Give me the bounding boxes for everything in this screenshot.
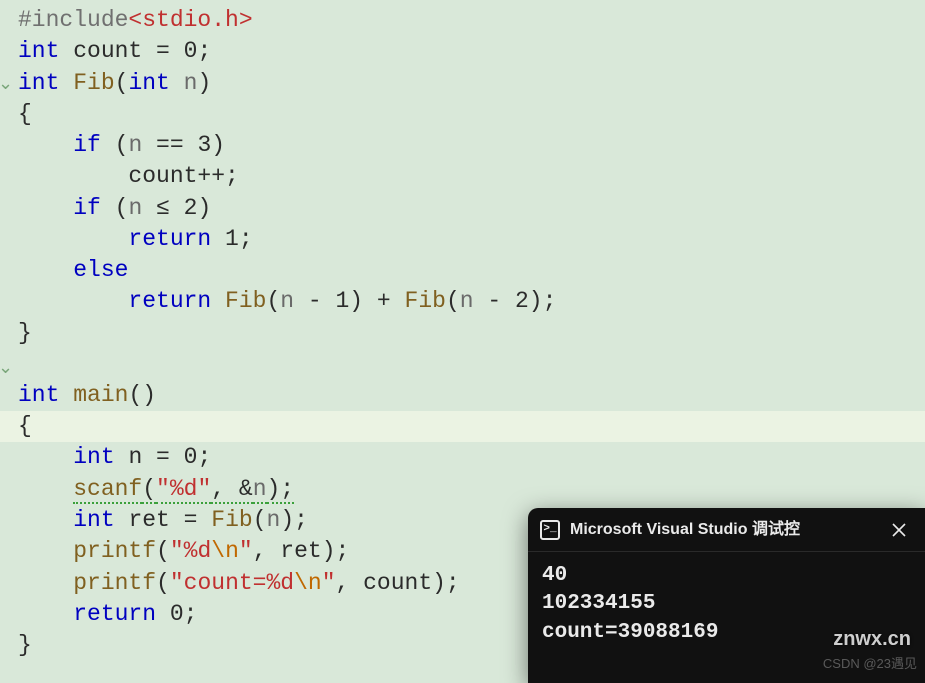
console-title: Microsoft Visual Studio 调试控 (570, 519, 875, 541)
code-line[interactable]: #include<stdio.h> (0, 5, 925, 36)
close-icon (892, 523, 906, 537)
code-line-active[interactable]: { (0, 411, 925, 442)
code-line[interactable]: int count = 0; (0, 36, 925, 67)
code-line[interactable]: } (0, 318, 925, 349)
code-line[interactable]: count++; (0, 161, 925, 192)
code-line[interactable]: else (0, 255, 925, 286)
debug-console-window[interactable]: >_ Microsoft Visual Studio 调试控 40 102334… (528, 508, 925, 683)
code-line[interactable]: if (n ≤ 2) (0, 193, 925, 224)
code-line[interactable]: scanf("%d", &n); (0, 474, 925, 505)
code-line[interactable]: if (n == 3) (0, 130, 925, 161)
terminal-icon: >_ (540, 520, 560, 540)
code-line[interactable]: { (0, 99, 925, 130)
code-line[interactable] (0, 349, 925, 380)
code-line[interactable]: return 1; (0, 224, 925, 255)
console-output[interactable]: 40 102334155 count=39088169 (528, 552, 925, 657)
code-line[interactable]: return Fib(n - 1) + Fib(n - 2); (0, 286, 925, 317)
close-button[interactable] (885, 516, 913, 544)
fold-icon[interactable]: ⌄ (0, 357, 14, 373)
code-line[interactable]: int Fib(int n) (0, 68, 925, 99)
code-line[interactable]: int n = 0; (0, 442, 925, 473)
code-line[interactable]: int main() (0, 380, 925, 411)
console-titlebar[interactable]: >_ Microsoft Visual Studio 调试控 (528, 508, 925, 552)
fold-icon[interactable]: ⌄ (0, 73, 14, 89)
